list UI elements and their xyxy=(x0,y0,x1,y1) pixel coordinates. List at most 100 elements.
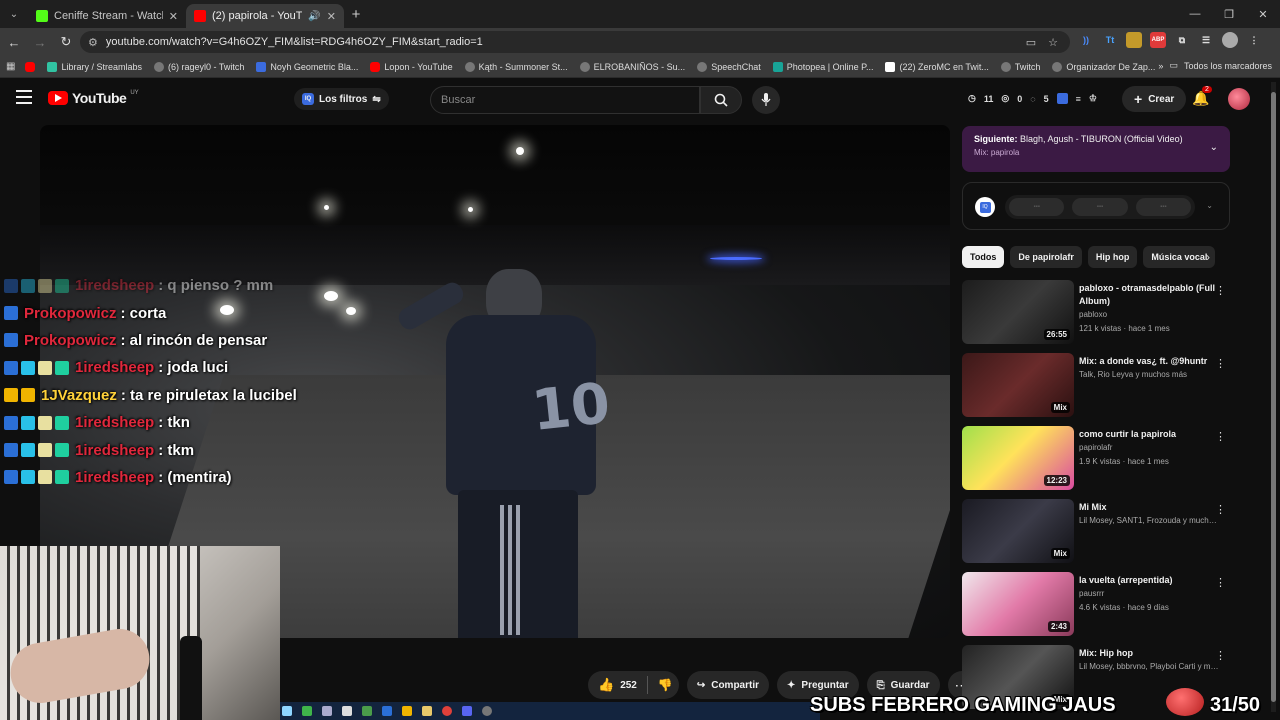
recommendation-item[interactable]: Mix Mi Mix Lil Mosey, SANT1, Frozouda y mu… xyxy=(962,499,1230,571)
recommendation-title[interactable]: Mi Mix xyxy=(1079,501,1219,514)
recommendation-item[interactable]: 12:23 como curtir la papirola papirolafr 1.… xyxy=(962,426,1230,498)
bookmark[interactable]: (22) ZeroMC en Twit... xyxy=(885,61,989,72)
recommendation-channel[interactable]: Lil Mosey, bbbrvno, Playboi Carti y much… xyxy=(1079,660,1219,674)
share-button[interactable]: ↪ Compartir xyxy=(686,671,770,699)
eye-icon: ◎ xyxy=(1001,93,1010,103)
site-info-icon[interactable]: ⚙ xyxy=(88,36,98,49)
iq-slot[interactable]: ▪▪▪ xyxy=(1009,198,1065,216)
recommendation-title[interactable]: Mix: a donde vas¿ ft. @9huntr xyxy=(1079,355,1219,368)
voice-search-button[interactable] xyxy=(752,86,780,114)
list-icon[interactable]: ≡ xyxy=(1076,94,1081,104)
more-options-icon[interactable]: ⋮ xyxy=(1215,284,1226,297)
bookmark[interactable]: ELROBANIÑOS - Su... xyxy=(579,61,685,72)
restore-button[interactable]: ❐ xyxy=(1212,0,1246,28)
bookmark[interactable]: Lopon - YouTube xyxy=(370,61,453,72)
close-tab-icon[interactable]: ✕ xyxy=(169,10,178,23)
notifications-button[interactable]: 🔔 2 xyxy=(1192,86,1212,107)
extension-3-icon[interactable] xyxy=(1126,32,1142,48)
recommendation-title[interactable]: pabloxo - otramasdelpablo (Full Album) xyxy=(1079,282,1219,308)
chat-badge-icon xyxy=(38,278,52,293)
new-tab-button[interactable]: + xyxy=(344,6,368,23)
chip-channel[interactable]: De papirolafr xyxy=(1010,246,1082,268)
video-thumbnail[interactable]: 2:43 xyxy=(962,572,1074,636)
back-button[interactable]: ← xyxy=(2,30,26,54)
menu-icon[interactable] xyxy=(16,90,32,104)
bookmark[interactable]: Photopea | Online P... xyxy=(772,61,873,72)
tab-kick[interactable]: Ceniffe Stream - Watch Live on ✕ xyxy=(28,4,186,28)
browser-menu-icon[interactable]: ⋮ xyxy=(1246,32,1262,48)
recommendation-info: la vuelta (arrepentida) pausrrr 4.6 K vist… xyxy=(1079,574,1219,615)
scrollbar-thumb[interactable] xyxy=(1271,92,1276,702)
all-bookmarks[interactable]: » ▭ Todos los marcadores xyxy=(1158,60,1272,71)
account-avatar[interactable] xyxy=(1228,88,1250,110)
video-thumbnail[interactable]: Mix xyxy=(962,499,1074,563)
chip-all[interactable]: Todos xyxy=(962,246,1005,268)
close-tab-icon[interactable]: ✕ xyxy=(327,10,336,23)
bookmark[interactable]: Noyh Geometric Bla... xyxy=(256,61,358,72)
dislike-button[interactable]: 👎 xyxy=(658,678,673,692)
recommendation-channel[interactable]: papirolafr xyxy=(1079,441,1219,455)
more-options-icon[interactable]: ⋮ xyxy=(1215,357,1226,370)
search-input[interactable]: Buscar xyxy=(430,86,700,114)
recommendation-title[interactable]: la vuelta (arrepentida) xyxy=(1079,574,1219,587)
chip-vocal[interactable]: Música vocal xyxy=(1143,246,1216,268)
address-bar[interactable]: ⚙ youtube.com/watch?v=G4h6OZY_FIM&list=R… xyxy=(80,31,1070,53)
video-thumbnail[interactable]: 12:23 xyxy=(962,426,1074,490)
recommendation-item[interactable]: 2:43 la vuelta (arrepentida) pausrrr 4.6 K … xyxy=(962,572,1230,644)
more-options-icon[interactable]: ⋮ xyxy=(1215,430,1226,443)
profile-avatar-icon[interactable] xyxy=(1222,32,1238,48)
create-button[interactable]: + Crear xyxy=(1122,86,1187,112)
close-window-button[interactable]: ✕ xyxy=(1246,0,1280,28)
recommendation-title[interactable]: como curtir la papirola xyxy=(1079,428,1219,441)
reload-button[interactable]: ↻ xyxy=(54,30,78,54)
bookmark[interactable]: Library / Streamlabs xyxy=(47,61,142,72)
extension-2-icon[interactable]: Tt xyxy=(1102,32,1118,48)
bookmark[interactable]: Kąth - Summoner St... xyxy=(464,61,568,72)
video-thumbnail[interactable]: 26:55 xyxy=(962,280,1074,344)
iq-icon[interactable] xyxy=(1056,93,1068,104)
recommendation-channel[interactable]: Lil Mosey, SANT1, Frozouda y muchos m... xyxy=(1079,514,1219,528)
youtube-logo[interactable]: YouTube UY xyxy=(48,90,139,106)
puzzle-icon[interactable]: ⧉ xyxy=(1174,32,1190,48)
bookmark-youtube[interactable] xyxy=(25,61,36,72)
tab-search-icon[interactable]: ⌄ xyxy=(0,0,28,28)
more-bookmarks-icon[interactable]: » xyxy=(1158,61,1163,71)
iq-slot[interactable]: ▪▪▪ xyxy=(1072,198,1128,216)
chevron-down-icon[interactable]: ⌄ xyxy=(1206,201,1213,210)
recommendation-item[interactable]: Mix Mix: a donde vas¿ ft. @9huntr Talk, Ri… xyxy=(962,353,1230,425)
reading-list-icon[interactable]: ☰ xyxy=(1198,32,1214,48)
like-button[interactable]: 👍 252 xyxy=(598,677,637,693)
chevron-right-icon[interactable]: › xyxy=(1206,250,1210,264)
apps-grid-icon[interactable]: ▦ xyxy=(6,61,15,72)
page-scrollbar[interactable] xyxy=(1271,82,1276,712)
extension-1-icon[interactable]: )) xyxy=(1078,32,1094,48)
country-code: UY xyxy=(130,90,139,96)
bookmark[interactable]: Organizador De Zap... xyxy=(1052,61,1155,72)
video-thumbnail[interactable]: Mix xyxy=(962,353,1074,417)
chevron-down-icon[interactable]: ⌄ xyxy=(1210,142,1218,153)
forward-button[interactable]: → xyxy=(28,30,52,54)
recommendation-channel[interactable]: pausrrr xyxy=(1079,587,1219,601)
bookmark[interactable]: Twitch xyxy=(1000,61,1040,72)
award-icon[interactable]: ♔ xyxy=(1089,93,1097,104)
search-button[interactable] xyxy=(700,86,742,114)
up-next-card[interactable]: Siguiente: Blagh, Agush - TIBURON (Offic… xyxy=(962,126,1230,172)
more-options-icon[interactable]: ⋮ xyxy=(1215,503,1226,516)
speaker-icon[interactable]: 🔊 xyxy=(308,11,320,22)
recommendation-item[interactable]: 26:55 pabloxo - otramasdelpablo (Full Alb… xyxy=(962,280,1230,352)
more-options-icon[interactable]: ⋮ xyxy=(1215,576,1226,589)
filters-button[interactable]: IQ Los filtros ⇋ xyxy=(294,88,389,110)
recommendation-channel[interactable]: Talk, Rio Leyva y muchos más xyxy=(1079,368,1219,382)
recommendation-title[interactable]: Mix: Hip hop xyxy=(1079,647,1219,660)
bookmark[interactable]: (6) rageyl0 - Twitch xyxy=(153,61,244,72)
bookmark[interactable]: SpeechChat xyxy=(697,61,761,72)
adblock-icon[interactable]: ABP xyxy=(1150,32,1166,48)
minimize-button[interactable]: — xyxy=(1178,0,1212,28)
more-options-icon[interactable]: ⋮ xyxy=(1215,649,1226,662)
bookmark-star-icon[interactable]: ☆ xyxy=(1048,36,1058,49)
cast-icon[interactable]: ▭ xyxy=(1026,36,1036,49)
chip-hiphop[interactable]: Hip hop xyxy=(1087,246,1138,268)
recommendation-channel[interactable]: pabloxo xyxy=(1079,308,1219,322)
tab-youtube[interactable]: (2) papirola - YouTube 🔊 ✕ xyxy=(186,4,344,28)
iq-slot[interactable]: ▪▪▪ xyxy=(1135,198,1191,216)
